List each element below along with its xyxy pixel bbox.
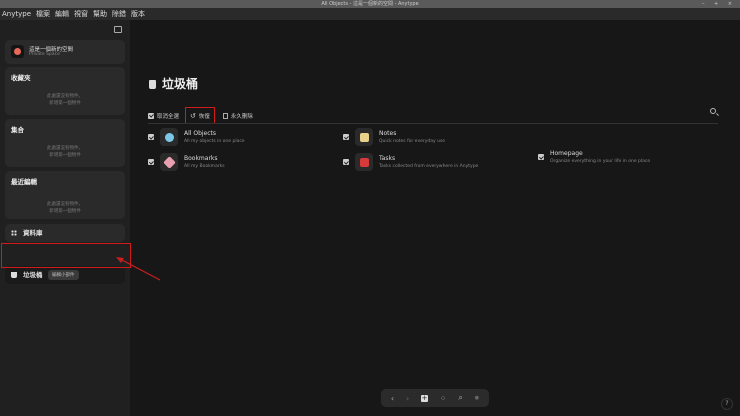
annotation-arrow bbox=[116, 257, 161, 281]
